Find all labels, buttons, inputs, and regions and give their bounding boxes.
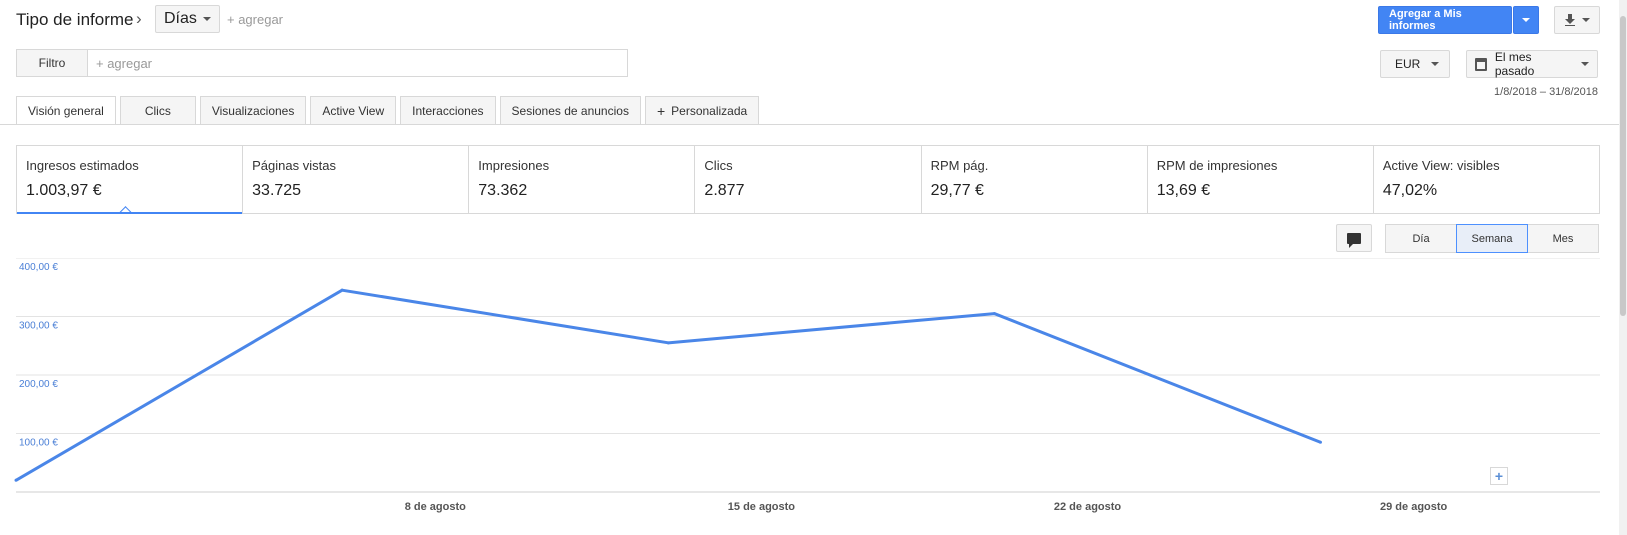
metric-value: 1.003,97 € xyxy=(26,182,102,199)
x-tick-label: 15 de agosto xyxy=(728,501,796,513)
tab-vision-general[interactable]: Visión general xyxy=(16,96,116,125)
metric-card[interactable]: RPM de impresiones 13,69 € xyxy=(1148,146,1374,213)
metric-card[interactable]: Ingresos estimados 1.003,97 € xyxy=(17,146,244,219)
y-tick-label: 300,00 € xyxy=(19,321,58,332)
chevron-down-icon xyxy=(202,17,211,21)
x-tick-label: 29 de agosto xyxy=(1380,501,1448,513)
metric-label: Páginas vistas xyxy=(252,158,336,173)
comment-icon xyxy=(1347,232,1361,248)
currency-label: EUR xyxy=(1395,57,1421,71)
download-icon xyxy=(1565,14,1575,26)
date-preset-label: El mes pasado xyxy=(1494,50,1535,78)
period-toggle: Día Semana Mes xyxy=(1385,224,1599,253)
metric-value: 47,02% xyxy=(1382,182,1438,199)
date-range-text: 1/8/2018 – 31/8/2018 xyxy=(1494,86,1598,98)
period-month-button[interactable]: Mes xyxy=(1527,224,1599,253)
chevron-down-icon xyxy=(1431,62,1439,66)
metric-value: 13,69 € xyxy=(1156,182,1211,199)
report-tabs: Visión general Clics Visualizaciones Act… xyxy=(16,96,760,125)
plus-icon: + xyxy=(656,102,666,119)
calendar-icon xyxy=(1475,57,1487,71)
metric-label: RPM de impresiones xyxy=(1156,158,1278,173)
period-day-button[interactable]: Día xyxy=(1385,224,1457,253)
metric-label: Ingresos estimados xyxy=(26,158,139,173)
scrollbar-thumb[interactable] xyxy=(1620,16,1626,316)
series-line xyxy=(15,288,1322,482)
tab-clics[interactable]: Clics xyxy=(119,96,196,124)
selected-indicator xyxy=(119,206,132,219)
metric-card[interactable]: RPM pág. 29,77 € xyxy=(922,146,1148,213)
x-tick-label: 22 de agosto xyxy=(1054,501,1122,513)
date-range-dropdown[interactable]: El mes pasado xyxy=(1466,50,1598,78)
chevron-right-icon: › xyxy=(136,9,142,28)
metric-value: 2.877 xyxy=(704,182,745,199)
chevron-down-icon xyxy=(1522,18,1530,22)
data-point[interactable] xyxy=(14,478,18,482)
data-point[interactable] xyxy=(340,288,344,292)
tab-sesiones-de-anuncios[interactable]: Sesiones de anuncios xyxy=(499,96,641,124)
metric-card[interactable]: Active View: visibles 47,02% xyxy=(1374,146,1599,213)
download-button[interactable] xyxy=(1554,6,1600,34)
tab-active-view[interactable]: Active View xyxy=(310,96,397,124)
metric-card[interactable]: Clics 2.877 xyxy=(695,146,922,213)
add-to-reports-menu-button[interactable] xyxy=(1513,6,1539,34)
revenue-line-chart: 400,00 € 300,00 € 200,00 € 100,00 € 8 de ago… xyxy=(14,258,1600,513)
metric-value: 29,77 € xyxy=(930,182,984,199)
filter-input[interactable]: + agregar xyxy=(88,50,627,76)
dimension-dropdown[interactable]: Días xyxy=(155,5,220,33)
y-tick-label: 400,00 € xyxy=(19,262,58,273)
chevron-down-icon xyxy=(1581,62,1589,66)
filter-button[interactable]: Filtro xyxy=(17,50,88,76)
data-point[interactable] xyxy=(992,312,996,316)
y-tick-label: 100,00 € xyxy=(19,438,58,449)
add-annotation-button[interactable]: + xyxy=(1490,467,1508,485)
filter-bar: Filtro + agregar xyxy=(16,49,628,77)
period-week-button[interactable]: Semana xyxy=(1456,224,1528,253)
metric-card[interactable]: Impresiones 73.362 xyxy=(469,146,696,213)
tabs-divider xyxy=(0,124,1627,125)
y-tick-label: 200,00 € xyxy=(19,379,58,390)
currency-dropdown[interactable]: EUR xyxy=(1380,50,1450,78)
metrics-scorecard: Ingresos estimados 1.003,97 € Páginas vi… xyxy=(16,145,1600,219)
metric-label: Impresiones xyxy=(478,158,550,173)
add-to-my-reports-button[interactable]: Agregar a Mis informes xyxy=(1378,6,1512,34)
x-tick-label: 8 de agosto xyxy=(405,501,466,513)
metric-value: 73.362 xyxy=(478,182,528,199)
metric-label: RPM pág. xyxy=(930,158,989,173)
report-type-label: Tipo de informe xyxy=(16,10,134,29)
metric-card[interactable]: Páginas vistas 33.725 xyxy=(243,146,470,213)
tab-interacciones[interactable]: Interacciones xyxy=(400,96,496,124)
chevron-down-icon xyxy=(1582,18,1590,22)
data-point[interactable] xyxy=(666,341,670,345)
metric-label: Active View: visibles xyxy=(1382,158,1500,173)
tab-label: Personalizada xyxy=(671,103,748,118)
tab-personalizada[interactable]: + Personalizada xyxy=(644,96,760,124)
annotations-button[interactable] xyxy=(1336,224,1372,252)
tab-visualizaciones[interactable]: Visualizaciones xyxy=(199,96,307,124)
dimension-label: Días xyxy=(164,10,197,27)
add-dimension-link[interactable]: + agregar xyxy=(227,12,283,27)
metric-label: Clics xyxy=(704,158,733,173)
metric-value: 33.725 xyxy=(252,182,302,199)
data-point[interactable] xyxy=(1318,440,1322,444)
